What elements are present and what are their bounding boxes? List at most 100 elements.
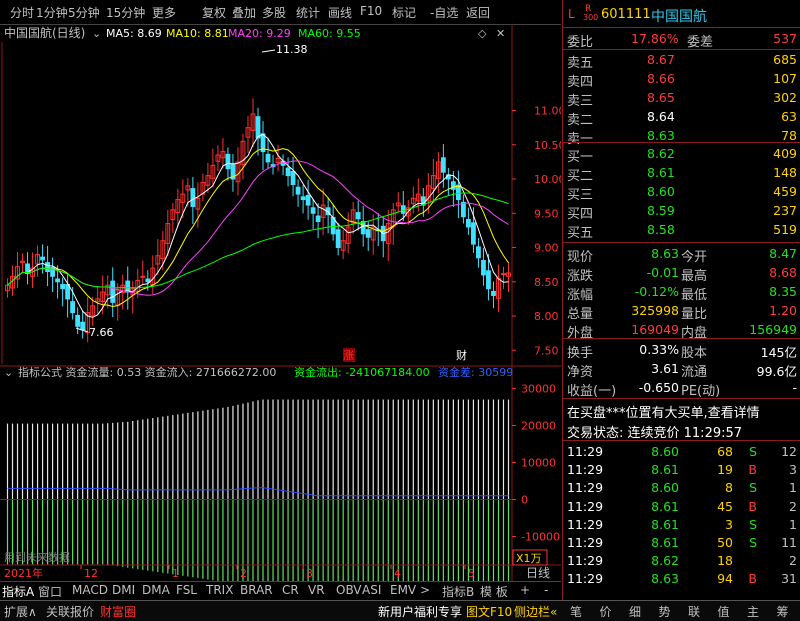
candle[interactable]	[305, 194, 311, 206]
candle[interactable]	[60, 284, 66, 290]
sell-row-4[interactable]: 卖二 8.64 63	[563, 108, 800, 128]
tab-5[interactable]: FSL	[176, 583, 197, 597]
tick-row[interactable]: 11:29 8.61 50 S 11	[563, 534, 800, 552]
close-icon[interactable]: ✕	[496, 27, 505, 40]
tick-row[interactable]: 11:29 8.60 68 S 12	[563, 443, 800, 461]
toolbar-item-6[interactable]: 叠加	[232, 4, 256, 21]
candle[interactable]	[55, 278, 61, 283]
tab-6[interactable]: TRIX	[206, 583, 233, 597]
sell-row-1[interactable]: 卖五 8.67 685	[563, 51, 800, 71]
candle[interactable]	[360, 220, 366, 235]
tick-row[interactable]: 11:29 8.63 94 B 31	[563, 570, 800, 588]
candle[interactable]	[466, 218, 471, 228]
toolbar-item-13[interactable]: 返回	[466, 4, 490, 21]
candle[interactable]	[110, 280, 116, 303]
candle[interactable]	[45, 262, 50, 273]
tab-9[interactable]: VR	[308, 583, 325, 597]
zhang-marker[interactable]: 涨	[343, 349, 354, 362]
toolbar-item-12[interactable]: -自选	[430, 4, 458, 21]
stock-code[interactable]: 601111	[601, 7, 651, 22]
tab-4[interactable]: DMA	[142, 583, 170, 597]
candle[interactable]	[225, 153, 231, 170]
tab-11[interactable]: ASI	[362, 583, 381, 597]
candle[interactable]	[501, 273, 506, 276]
candle[interactable]	[315, 215, 321, 222]
toolbar-item-8[interactable]: 统计	[296, 4, 320, 21]
toolbar-item-9[interactable]: 画线	[328, 4, 352, 21]
buy-row-5[interactable]: 买五 8.58 519	[563, 221, 800, 241]
toolbar-item-3[interactable]: 15分钟	[106, 4, 145, 21]
candle[interactable]	[40, 256, 45, 261]
right-tab-7[interactable]: 筹	[777, 603, 789, 620]
tab-15[interactable]: 模 板	[480, 583, 508, 600]
tick-row[interactable]: 11:29 8.62 18 2	[563, 552, 800, 570]
tick-row[interactable]: 11:29 8.61 19 B 3	[563, 461, 800, 479]
candle[interactable]	[455, 184, 461, 201]
right-tab-4[interactable]: 联	[688, 603, 700, 620]
kline-chart[interactable]: 7.50 8.00 8.50 9.00 9.50 10.00 10.50 11.00 3000…	[0, 24, 561, 581]
big-order-notice[interactable]: 在买盘***位置有大买单,查看详情	[563, 401, 800, 421]
right-tab-3[interactable]: 势	[659, 603, 671, 620]
candle[interactable]	[365, 229, 371, 238]
tab-1[interactable]: 窗口	[38, 583, 62, 600]
candle[interactable]	[190, 188, 196, 207]
buy-row-2[interactable]: 买二 8.61 148	[563, 164, 800, 184]
candle[interactable]	[471, 222, 476, 245]
tab-17[interactable]: -	[544, 583, 548, 597]
wealth-circle-button[interactable]: 财富圈	[100, 603, 136, 620]
new-user-benefit-link[interactable]: 新用户福利专享	[378, 603, 462, 620]
toolbar-item-10[interactable]: F10	[360, 4, 382, 18]
candle[interactable]	[476, 246, 481, 259]
buy-row-1[interactable]: 买一 8.62 409	[563, 145, 800, 165]
candle[interactable]	[65, 284, 71, 300]
toolbar-item-4[interactable]: 更多	[152, 4, 176, 21]
diamond-icon[interactable]: ◇	[478, 27, 487, 40]
candle[interactable]	[300, 196, 306, 201]
sidebar-toggle[interactable]: 侧边栏«	[514, 603, 557, 620]
candle[interactable]	[295, 186, 301, 195]
tick-row[interactable]: 11:29 8.61 45 B 2	[563, 498, 800, 516]
right-tab-5[interactable]: 值	[718, 603, 730, 620]
candle[interactable]	[265, 153, 271, 163]
candle[interactable]	[125, 280, 131, 293]
candle[interactable]	[285, 167, 291, 177]
candle[interactable]	[80, 321, 86, 331]
related-quote-button[interactable]: 关联报价	[46, 603, 94, 620]
chevron-down-icon[interactable]: ⌄	[92, 27, 101, 40]
stock-name[interactable]: 中国国航	[651, 6, 707, 26]
cai-marker[interactable]: 财	[456, 348, 467, 362]
candle[interactable]	[355, 212, 361, 220]
toolbar-item-0[interactable]: 分时	[10, 4, 34, 21]
buy-row-3[interactable]: 买三 8.60 459	[563, 183, 800, 203]
expand-button[interactable]: 扩展∧	[4, 603, 37, 620]
candle[interactable]	[440, 157, 446, 173]
tick-row[interactable]: 11:29 8.60 8 S 1	[563, 479, 800, 497]
candle[interactable]	[290, 170, 296, 186]
sell-row-3[interactable]: 卖三 8.65 302	[563, 89, 800, 109]
f10-button[interactable]: 图文F10	[466, 603, 512, 620]
candle[interactable]	[461, 201, 466, 218]
candle[interactable]	[335, 229, 341, 249]
tab-0[interactable]: 指标A	[2, 583, 34, 600]
period-label[interactable]: 日线	[526, 566, 550, 580]
toolbar-item-5[interactable]: 复权	[202, 4, 226, 21]
sell-row-2[interactable]: 卖四 8.66 107	[563, 70, 800, 90]
candle[interactable]	[491, 290, 496, 296]
tab-12[interactable]: EMV	[390, 583, 416, 597]
tab-10[interactable]: OBV	[336, 583, 362, 597]
candle[interactable]	[145, 278, 151, 283]
toolbar-item-11[interactable]: 标记	[392, 4, 416, 21]
right-tab-1[interactable]: 价	[600, 603, 612, 620]
right-tab-0[interactable]: 笔	[570, 603, 582, 620]
tab-2[interactable]: MACD	[72, 583, 108, 597]
right-tab-6[interactable]: 主	[747, 603, 759, 620]
candle[interactable]	[75, 314, 81, 327]
toolbar-item-1[interactable]: 1分钟	[36, 4, 68, 21]
tab-3[interactable]: DMI	[112, 583, 135, 597]
toolbar-item-2[interactable]: 5分钟	[68, 4, 100, 21]
toolbar-item-7[interactable]: 多股	[262, 4, 286, 21]
chevron-down-icon[interactable]: ⌄	[4, 366, 13, 379]
right-tab-2[interactable]: 细	[629, 603, 641, 620]
candle[interactable]	[450, 181, 456, 190]
candle[interactable]	[400, 205, 406, 214]
